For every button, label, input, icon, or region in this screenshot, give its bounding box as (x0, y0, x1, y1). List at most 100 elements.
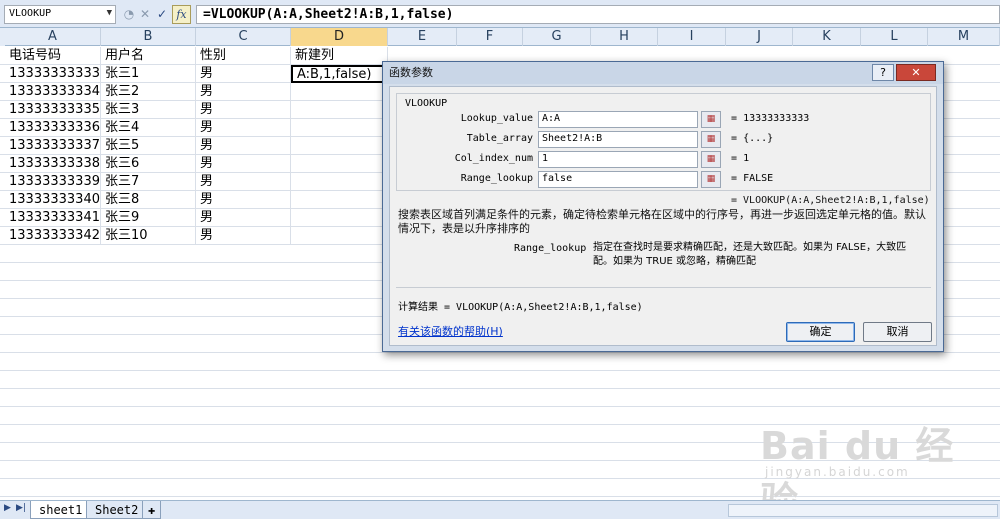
table-row (0, 353, 1000, 371)
cell[interactable]: 张三10 (101, 227, 196, 245)
cell[interactable]: 电话号码 (5, 47, 101, 65)
column-header[interactable]: F (457, 28, 523, 46)
cell[interactable]: 张三5 (101, 137, 196, 155)
cell[interactable]: 张三8 (101, 191, 196, 209)
cell[interactable]: 男 (196, 173, 291, 191)
insert-sheet-icon[interactable]: ✚ (142, 501, 162, 519)
arg-label: Lookup_value (460, 113, 533, 124)
sheet-tabs-bar: ▶ ▶| sheet1 Sheet2 ✚ (0, 500, 1000, 519)
ok-button[interactable]: 确定 (786, 322, 855, 342)
column-header[interactable]: B (101, 28, 196, 46)
cell[interactable]: 张三1 (101, 65, 196, 83)
arg-label: Table_array (466, 133, 533, 144)
divider (396, 287, 931, 288)
cell[interactable]: 13333333335 (5, 101, 101, 119)
function-help-link[interactable]: 有关该函数的帮助(H) (398, 323, 503, 339)
range-lookup-input[interactable]: false (538, 171, 698, 188)
cell[interactable]: 张三7 (101, 173, 196, 191)
arg-result: 1 (743, 153, 750, 164)
cell[interactable]: 新建列 (291, 47, 388, 65)
cell[interactable]: 男 (196, 191, 291, 209)
watermark-url: jingyan.baidu.com (765, 465, 910, 479)
column-header[interactable]: J (726, 28, 793, 46)
cell[interactable]: 13333333337 (5, 137, 101, 155)
cell[interactable]: 13333333333 (5, 65, 101, 83)
cell[interactable]: 用户名 (101, 47, 196, 65)
cell[interactable]: 13333333339 (5, 173, 101, 191)
cell[interactable]: 男 (196, 83, 291, 101)
collapse-dialog-icon[interactable]: ▦ (701, 171, 721, 188)
active-cell[interactable]: A:B,1,false) (291, 65, 388, 83)
cell[interactable]: 男 (196, 155, 291, 173)
cell[interactable]: 男 (196, 209, 291, 227)
collapse-dialog-icon[interactable]: ▦ (701, 131, 721, 148)
cell[interactable]: 张三2 (101, 83, 196, 101)
cell[interactable]: 13333333336 (5, 119, 101, 137)
column-header-active[interactable]: D (291, 28, 388, 46)
arg-result: FALSE (743, 173, 774, 184)
column-header[interactable]: M (928, 28, 1000, 46)
arg-desc-label: Range_lookup (514, 243, 587, 254)
cell[interactable]: 男 (196, 65, 291, 83)
cell[interactable]: 张三3 (101, 101, 196, 119)
first-sheet-icon[interactable]: ▶ (4, 503, 11, 513)
baidu-watermark: Bai du 经验 jingyan.baidu.com (760, 415, 960, 519)
cell[interactable]: 13333333338 (5, 155, 101, 173)
column-headers: A B C D E F G H I J K L M (0, 28, 1000, 46)
table-array-input[interactable]: Sheet2!A:B (538, 131, 698, 148)
cell[interactable]: 男 (196, 101, 291, 119)
cell[interactable]: 13333333341 (5, 209, 101, 227)
function-name: VLOOKUP (405, 98, 448, 109)
column-header[interactable]: G (523, 28, 591, 46)
insert-function-icon[interactable]: fx (172, 5, 191, 24)
collapse-dialog-icon[interactable]: ▦ (701, 111, 721, 128)
dialog-body: VLOOKUP Lookup_value A:A ▦ = 13333333333… (389, 86, 937, 346)
table-row (0, 371, 1000, 389)
col-index-num-input[interactable]: 1 (538, 151, 698, 168)
tab-sheet1[interactable]: sheet1 (30, 501, 92, 519)
cell[interactable]: 男 (196, 137, 291, 155)
cell[interactable]: 张三9 (101, 209, 196, 227)
name-box[interactable]: VLOOKUP ▼ (4, 5, 116, 24)
column-header[interactable]: E (388, 28, 457, 46)
tab-sheet2[interactable]: Sheet2 (86, 501, 148, 519)
arg-label: Range_lookup (460, 173, 533, 184)
column-header[interactable]: L (861, 28, 928, 46)
function-arguments-dialog: 函数参数 ? ✕ VLOOKUP Lookup_value A:A ▦ = 13… (382, 61, 944, 352)
formula-bar: VLOOKUP ▼ ◔ ✕ ✓ fx =VLOOKUP(A:A,Sheet2!A… (0, 0, 1000, 28)
column-header[interactable]: K (793, 28, 861, 46)
dialog-title[interactable]: 函数参数 (383, 62, 943, 84)
chevron-down-icon[interactable]: ▼ (107, 8, 112, 18)
horizontal-scrollbar[interactable] (728, 504, 998, 517)
last-sheet-icon[interactable]: ▶| (16, 503, 26, 513)
equals-sign: = (731, 173, 738, 184)
function-description: 搜索表区域首列满足条件的元素，确定待检索单元格在区域中的行序号，再进一步返回选定… (398, 208, 926, 235)
column-header[interactable]: H (591, 28, 658, 46)
enter-formula-icon[interactable]: ✓ (153, 5, 171, 24)
cancel-button[interactable]: 取消 (863, 322, 932, 342)
cell[interactable]: 性别 (196, 47, 291, 65)
arg-result: 13333333333 (743, 113, 810, 124)
formula-input[interactable]: =VLOOKUP(A:A,Sheet2!A:B,1,false) (196, 5, 1000, 24)
table-row (0, 389, 1000, 407)
collapse-dialog-icon[interactable]: ▦ (701, 151, 721, 168)
cell[interactable]: 13333333334 (5, 83, 101, 101)
cell[interactable]: 男 (196, 227, 291, 245)
cell[interactable]: 13333333342 (5, 227, 101, 245)
cell[interactable]: 13333333340 (5, 191, 101, 209)
column-header[interactable]: A (5, 28, 101, 46)
cell[interactable]: 男 (196, 119, 291, 137)
close-icon[interactable]: ✕ (896, 64, 936, 81)
cell[interactable]: 张三6 (101, 155, 196, 173)
equals-sign: = (731, 133, 738, 144)
arg-description: 指定在查找时是要求精确匹配，还是大致匹配。如果为 FALSE，大致匹配。如果为 … (593, 242, 907, 267)
column-header[interactable]: C (196, 28, 291, 46)
cell[interactable]: 张三4 (101, 119, 196, 137)
cancel-formula-icon[interactable]: ✕ (136, 5, 154, 24)
lookup-value-input[interactable]: A:A (538, 111, 698, 128)
arg-label: Col_index_num (454, 153, 533, 164)
column-header[interactable]: I (658, 28, 726, 46)
help-icon[interactable]: ? (872, 64, 894, 81)
equals-sign: = (731, 153, 738, 164)
calculation-result: 计算结果 = VLOOKUP(A:A,Sheet2!A:B,1,false) (398, 302, 643, 313)
